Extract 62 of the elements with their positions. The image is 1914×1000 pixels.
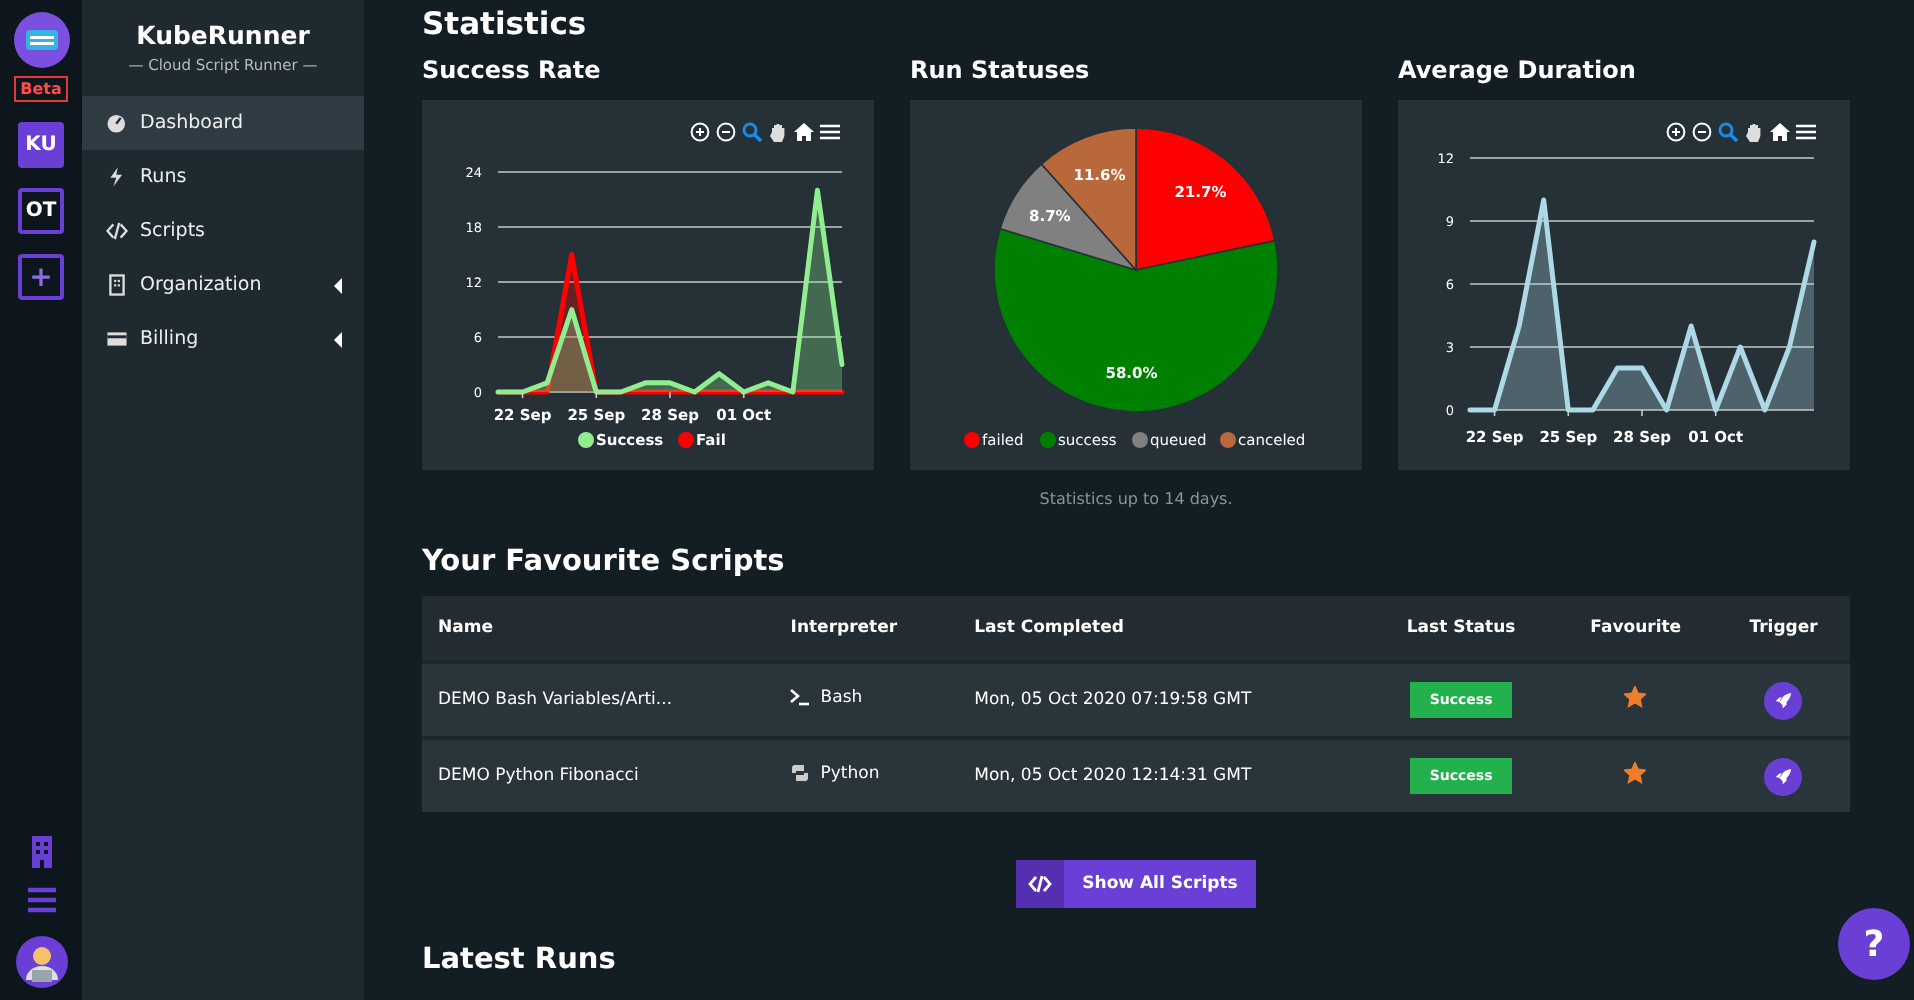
zoom-out-icon[interactable] (1692, 122, 1712, 142)
workspace-button[interactable]: KU (18, 122, 64, 168)
column-header: Name (422, 596, 775, 662)
column-header: Last Status (1367, 596, 1555, 662)
code-icon (1016, 860, 1064, 908)
dashboard-icon (106, 112, 128, 134)
table-cell: DEMO Bash Variables/Arti... (422, 662, 775, 738)
star-icon[interactable] (1624, 686, 1647, 708)
add-workspace-button[interactable]: + (18, 254, 64, 300)
lightning-icon (106, 166, 128, 188)
section-title: Latest Runs (422, 944, 618, 976)
rocket-icon (1774, 691, 1793, 709)
search-icon[interactable] (742, 122, 762, 142)
help-button[interactable]: ? (1838, 908, 1910, 980)
star-icon[interactable] (1624, 762, 1647, 784)
card-icon (106, 328, 128, 350)
app-title: KubeRunner (134, 20, 312, 50)
sidebar-item[interactable]: Billing (82, 312, 364, 366)
beta-badge: Beta (14, 76, 68, 102)
zoom-in-icon[interactable] (1666, 122, 1686, 142)
legend-marker (678, 432, 694, 448)
hand-icon[interactable] (1744, 122, 1764, 142)
column-header: Interpreter (774, 596, 959, 662)
code-icon (106, 220, 128, 242)
chart-title: Success Rate (422, 56, 603, 84)
legend-marker (1040, 432, 1056, 448)
column-header: Last Completed (958, 596, 1368, 662)
zoom-in-icon[interactable] (690, 122, 710, 142)
home-icon[interactable] (1770, 122, 1790, 142)
hand-icon[interactable] (768, 122, 788, 142)
chart-title: Average Duration (1398, 56, 1638, 84)
legend-marker (1220, 432, 1236, 448)
avatar-icon[interactable] (15, 936, 67, 988)
home-icon[interactable] (794, 122, 814, 142)
sidebar-item[interactable]: Dashboard (82, 96, 364, 150)
legend-marker (1132, 432, 1148, 448)
zoom-out-icon[interactable] (716, 122, 736, 142)
section-title: Your Favourite Scripts (422, 546, 787, 578)
sidebar-item[interactable]: Scripts (82, 204, 364, 258)
sidebar-item[interactable]: Organization (82, 258, 364, 312)
building-icon (106, 274, 128, 296)
column-header: Favourite (1554, 596, 1718, 662)
trigger-button[interactable] (1764, 757, 1803, 795)
search-icon[interactable] (1718, 122, 1738, 142)
table-cell: Python (820, 763, 880, 784)
terminal-icon (790, 688, 811, 707)
chart-title: Run Statuses (910, 56, 1092, 84)
show-all-scripts-button[interactable]: Show All Scripts (1016, 860, 1256, 908)
workspace-button[interactable]: OT (18, 188, 64, 234)
sidebar-item[interactable]: Runs (82, 150, 364, 204)
legend-marker (578, 432, 594, 448)
logo-icon[interactable] (13, 12, 69, 68)
trigger-button[interactable] (1764, 681, 1803, 719)
legend-marker (964, 432, 980, 448)
table-cell: Bash (820, 687, 863, 708)
table-cell: Mon, 05 Oct 2020 07:19:58 GMT (958, 662, 1368, 738)
table-cell: DEMO Python Fibonacci (422, 738, 775, 812)
statistics-note: Statistics up to 14 days. (1037, 490, 1235, 508)
section-title: Statistics (422, 6, 589, 42)
table-cell: Mon, 05 Oct 2020 12:14:31 GMT (958, 738, 1368, 812)
column-header: Trigger (1717, 596, 1850, 662)
rocket-icon (1774, 767, 1793, 785)
